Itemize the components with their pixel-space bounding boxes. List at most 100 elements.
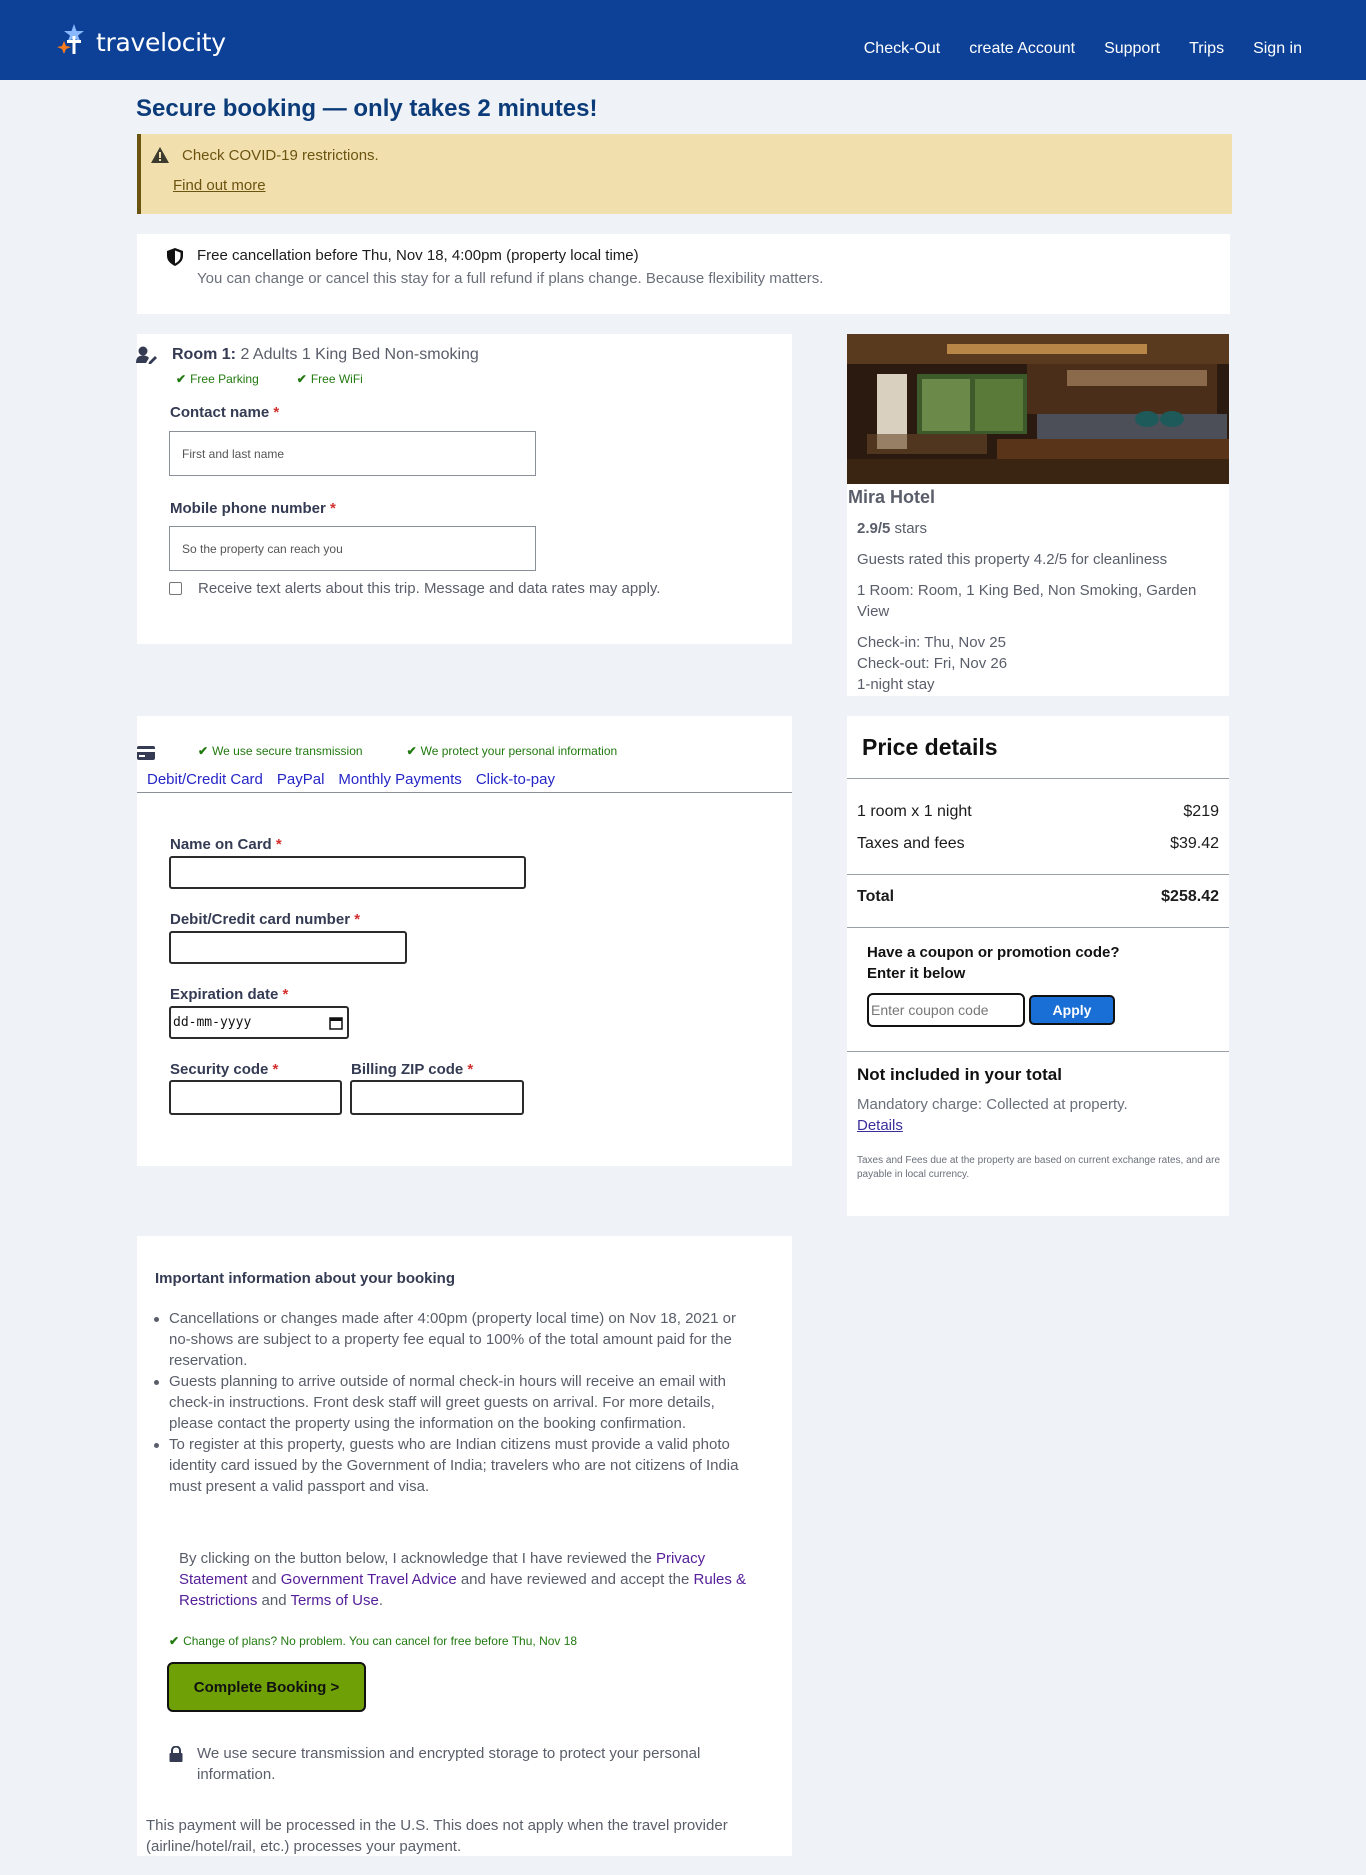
amenity-label: Free WiFi	[310, 372, 363, 386]
nav-sign-in[interactable]: Sign in	[1253, 40, 1302, 58]
complete-booking-button[interactable]: Complete Booking >	[167, 1662, 366, 1712]
nav-trips[interactable]: Trips	[1189, 40, 1224, 58]
divider	[847, 874, 1229, 875]
note-text: Change of plans? No problem. You can can…	[183, 1634, 578, 1648]
required-mark: *	[272, 1061, 279, 1078]
name-on-card-label: Name on Card *	[170, 836, 282, 853]
lock-icon	[169, 1746, 183, 1762]
logo-star-icon	[57, 24, 84, 54]
name-on-card-input[interactable]	[169, 856, 526, 889]
divider	[847, 778, 1229, 779]
nav-checkout[interactable]: Check-Out	[864, 40, 940, 58]
sms-alerts-option: Receive text alerts about this trip. Mes…	[169, 580, 660, 597]
rating-suffix: stars	[894, 520, 928, 537]
sms-alerts-text: Receive text alerts about this trip. Mes…	[198, 580, 661, 597]
hotel-name: Mira Hotel	[848, 487, 936, 507]
divider	[847, 1051, 1229, 1052]
note-text: We use secure transmission	[212, 744, 363, 758]
check-icon: ✔	[198, 744, 209, 758]
cleanliness-rating: Guests rated this property 4.2/5 for cle…	[857, 551, 1168, 568]
nav-support[interactable]: Support	[1104, 40, 1160, 58]
amenity-label: Free Parking	[190, 372, 259, 386]
required-mark: *	[467, 1061, 474, 1078]
nav-create-account[interactable]: create Account	[969, 40, 1075, 58]
expiration-date-input[interactable]: dd-mm-yyyy	[169, 1006, 349, 1039]
phone-label: Mobile phone number *	[170, 500, 336, 517]
top-nav: Check-Out create Account Support Trips S…	[835, 40, 1302, 58]
list-item: To register at this property, guests who…	[154, 1434, 759, 1497]
warning-icon	[151, 147, 169, 163]
price-row-room: 1 room x 1 night $219	[857, 803, 1219, 821]
room-label: Room 1:	[172, 346, 236, 363]
check-icon: ✔	[406, 744, 417, 758]
card-number-input[interactable]	[169, 931, 407, 964]
calendar-icon[interactable]	[329, 1016, 343, 1030]
security-code-input[interactable]	[169, 1080, 342, 1115]
rating-value: 2.9/5	[857, 520, 891, 537]
ack-text: and	[247, 1571, 281, 1588]
covid-message: Check COVID-19 restrictions.	[182, 147, 379, 164]
hotel-summary-card: Mira Hotel 2.9/5 stars Guests rated this…	[847, 334, 1229, 696]
label-text: Security code	[170, 1061, 269, 1078]
contact-name-input[interactable]: First and last name	[169, 431, 536, 476]
billing-zip-input[interactable]	[350, 1080, 524, 1115]
contact-name-label-text: Contact name	[170, 404, 270, 421]
total-value: $258.42	[1161, 888, 1219, 905]
phone-label-text: Mobile phone number	[170, 500, 326, 517]
shield-icon	[167, 248, 183, 266]
travelocity-logo[interactable]: travelocity	[54, 20, 226, 60]
government-travel-advice-link[interactable]: Government Travel Advice	[281, 1571, 457, 1588]
required-mark: *	[273, 404, 280, 421]
price-row-taxes: Taxes and fees $39.42	[857, 835, 1219, 853]
check-in-date: Check-in: Thu, Nov 25	[857, 634, 1006, 651]
not-included-heading: Not included in your total	[857, 1065, 1062, 1084]
required-mark: *	[330, 500, 336, 517]
total-label: Total	[857, 888, 895, 905]
important-info-title: Important information about your booking	[155, 1270, 455, 1287]
coupon-heading-line: Have a coupon or promotion code?	[867, 944, 1120, 961]
stay-length: 1-night stay	[857, 676, 935, 693]
free-cancel-note: ✔ Change of plans? No problem. You can ca…	[169, 1634, 577, 1648]
billing-zip-label: Billing ZIP code *	[351, 1061, 473, 1078]
find-out-more-link[interactable]: Find out more	[173, 177, 266, 194]
hotel-room-photo	[847, 334, 1229, 484]
coupon-heading-line: Enter it below	[867, 965, 966, 982]
cancellation-subtitle: You can change or cancel this stay for a…	[197, 270, 824, 287]
tab-divider	[137, 792, 792, 793]
page-title: Secure booking — only takes 2 minutes!	[136, 95, 598, 122]
tab-click-to-pay[interactable]: Click-to-pay	[476, 771, 555, 788]
payment-processed-text: This payment will be processed in the U.…	[146, 1817, 728, 1855]
payment-card: ✔ We use secure transmission ✔ We protect …	[137, 716, 792, 1166]
price-value: $39.42	[1170, 835, 1219, 852]
sms-alerts-checkbox[interactable]	[169, 582, 182, 595]
room-summary: Room 1: 2 Adults 1 King Bed Non-smoking	[172, 346, 479, 364]
tab-monthly-payments[interactable]: Monthly Payments	[338, 771, 461, 788]
secure-storage-text: We use secure transmission and encrypted…	[197, 1745, 701, 1783]
tab-debit-credit-card[interactable]: Debit/Credit Card	[147, 771, 263, 788]
apply-coupon-button[interactable]: Apply	[1029, 995, 1115, 1025]
label-text: Name on Card	[170, 836, 272, 853]
amenity-wifi: ✔ Free WiFi	[297, 372, 363, 386]
price-value: $219	[1183, 803, 1219, 820]
logo-text: travelocity	[96, 27, 226, 57]
terms-of-use-link[interactable]: Terms of Use	[290, 1592, 378, 1609]
details-link[interactable]: Details	[857, 1117, 903, 1134]
taxes-fine-print: Taxes and Fees due at the property are b…	[857, 1155, 1221, 1180]
cancellation-title: Free cancellation before Thu, Nov 18, 4:…	[197, 247, 639, 264]
check-out-date: Check-out: Fri, Nov 26	[857, 655, 1008, 672]
card-number-label: Debit/Credit card number *	[170, 911, 360, 928]
phone-input[interactable]: So the property can reach you	[169, 526, 536, 571]
covid-alert: Check COVID-19 restrictions. Find out mo…	[137, 134, 1232, 214]
check-icon: ✔	[169, 1634, 180, 1648]
secure-transmission-note: ✔ We use secure transmission	[198, 744, 363, 758]
list-item: Guests planning to arrive outside of nor…	[154, 1371, 759, 1434]
ack-text: .	[378, 1592, 383, 1609]
price-details-card: Price details 1 room x 1 night $219 Taxes…	[847, 716, 1229, 1216]
price-row-total: Total $258.42	[857, 888, 1219, 906]
ack-text: and	[257, 1592, 291, 1609]
booking-info-card: Important information about your booking…	[137, 1236, 792, 1856]
free-cancellation-box: Free cancellation before Thu, Nov 18, 4:…	[137, 234, 1230, 314]
tab-paypal[interactable]: PayPal	[277, 771, 325, 788]
coupon-code-input[interactable]: Enter coupon code	[867, 993, 1025, 1027]
hotel-rating: 2.9/5 stars	[857, 518, 1217, 539]
